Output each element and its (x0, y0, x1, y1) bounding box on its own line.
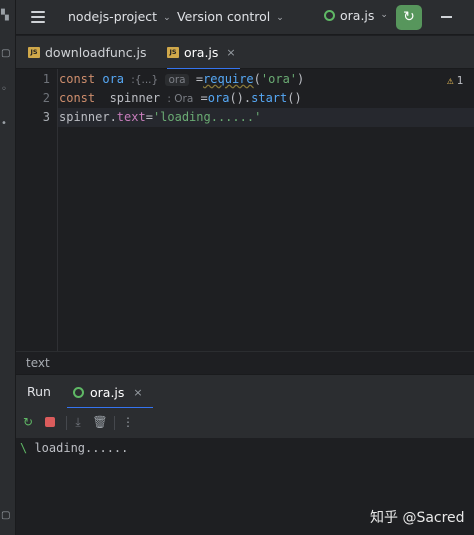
punct: () (287, 91, 302, 105)
tab-downloadfunc[interactable]: JS downloadfunc.js (28, 36, 147, 69)
line-number: 1 (42, 72, 50, 86)
structure-icon[interactable]: ◦ (1, 84, 12, 95)
keyword: const (59, 72, 103, 86)
title-bar: nodejs-project ⌄ Version control ⌄ ora.js ⌄… (16, 0, 474, 35)
editor-tabs: JS downloadfunc.js JS ora.js × (16, 36, 474, 70)
tab-label: downloadfunc.js (45, 45, 147, 60)
close-icon[interactable]: × (133, 386, 142, 399)
rerun-icon[interactable]: ↻ (20, 414, 36, 430)
keyword: const (59, 91, 110, 105)
code-line[interactable]: const spinner : Ora =ora().start() (58, 89, 302, 108)
punct: (). (229, 91, 252, 105)
run-config-selector[interactable]: ora.js ⌄ (324, 8, 388, 23)
identifier: ora (102, 72, 125, 86)
property: text (116, 110, 146, 124)
chevron-down-icon: ⌄ (380, 9, 388, 20)
console-line: \ loading...... (20, 441, 128, 455)
operator: = (193, 91, 208, 105)
operator: = (188, 72, 204, 86)
identifier: spinner (109, 91, 161, 105)
type-hint[interactable]: : Ora (167, 93, 193, 105)
type-hint[interactable]: ora (165, 74, 189, 86)
bottom-panel-icon[interactable]: ▢ (1, 510, 12, 521)
punct: ) (297, 72, 305, 86)
line-number: 2 (42, 91, 50, 105)
code-line[interactable]: const ora :{...} ora =require('ora') (58, 70, 304, 89)
project-icon[interactable]: ▢ (1, 48, 12, 59)
version-control-menu[interactable]: Version control ⌄ (177, 9, 284, 24)
stop-button[interactable] (42, 414, 58, 430)
warning-icon: ⚠ (447, 74, 454, 87)
string-literal: 'ora' (260, 72, 298, 86)
operator: = (145, 110, 153, 124)
warnings-indicator[interactable]: ⚠ 1 (447, 74, 463, 87)
tab-label: ora.js (184, 45, 219, 60)
method-call: start (251, 91, 288, 105)
more-options-icon[interactable]: ⋮ (120, 414, 136, 430)
project-selector[interactable]: nodejs-project ⌄ (68, 9, 171, 24)
version-control-label: Version control (177, 9, 271, 24)
close-icon[interactable]: × (226, 46, 235, 59)
trash-icon[interactable]: 🗑 (92, 414, 108, 430)
breadcrumb-item[interactable]: text (26, 356, 50, 370)
warning-count: 1 (456, 74, 464, 87)
chevron-down-icon: ⌄ (163, 13, 171, 23)
function-call: ora (207, 91, 230, 105)
watermark: 知乎 @Sacred (370, 510, 465, 526)
punct: ( (253, 72, 261, 86)
console-text: loading...... (27, 441, 129, 455)
rerun-button[interactable]: ↻ (396, 5, 422, 30)
js-file-icon: JS (167, 47, 179, 58)
string-literal: 'loading......' (152, 110, 262, 124)
project-name: nodejs-project (68, 9, 158, 24)
js-file-icon: JS (28, 47, 40, 58)
minimize-button[interactable] (441, 16, 452, 18)
main-menu-icon[interactable] (31, 11, 45, 23)
scroll-to-end-icon[interactable]: ⤓ (70, 414, 86, 430)
chevron-down-icon: ⌄ (276, 13, 284, 23)
tab-ora[interactable]: JS ora.js × (167, 36, 240, 70)
run-toolbar: ↻ ⤓ 🗑 ⋮ (16, 408, 474, 438)
run-tab-label: ora.js (90, 384, 125, 400)
code-line-current[interactable]: spinner.text='loading......' (58, 108, 474, 127)
run-config-label: ora.js (340, 8, 375, 23)
identifier: spinner. (59, 110, 117, 124)
stop-icon (45, 417, 55, 427)
left-tool-strip: ▚ ▢ ◦ • ▢ (0, 0, 16, 535)
node-run-icon (324, 10, 335, 21)
node-run-icon (73, 386, 84, 398)
logo-icon: ▚ (1, 10, 9, 21)
line-number: 3 (42, 110, 50, 124)
breadcrumb[interactable]: text (16, 351, 474, 374)
run-panel-title: Run (27, 384, 51, 399)
run-panel-header: Run ora.js × (16, 374, 474, 409)
toolbar-divider (114, 416, 115, 430)
type-hint[interactable]: :{...} (131, 74, 158, 86)
more-tools-icon[interactable]: • (1, 118, 12, 129)
run-tab-ora[interactable]: ora.js × (67, 375, 153, 409)
toolbar-divider (66, 416, 67, 430)
function-call: require (203, 72, 254, 86)
code-editor[interactable]: 1 2 3 const ora :{...} ora =require('ora… (16, 69, 474, 351)
